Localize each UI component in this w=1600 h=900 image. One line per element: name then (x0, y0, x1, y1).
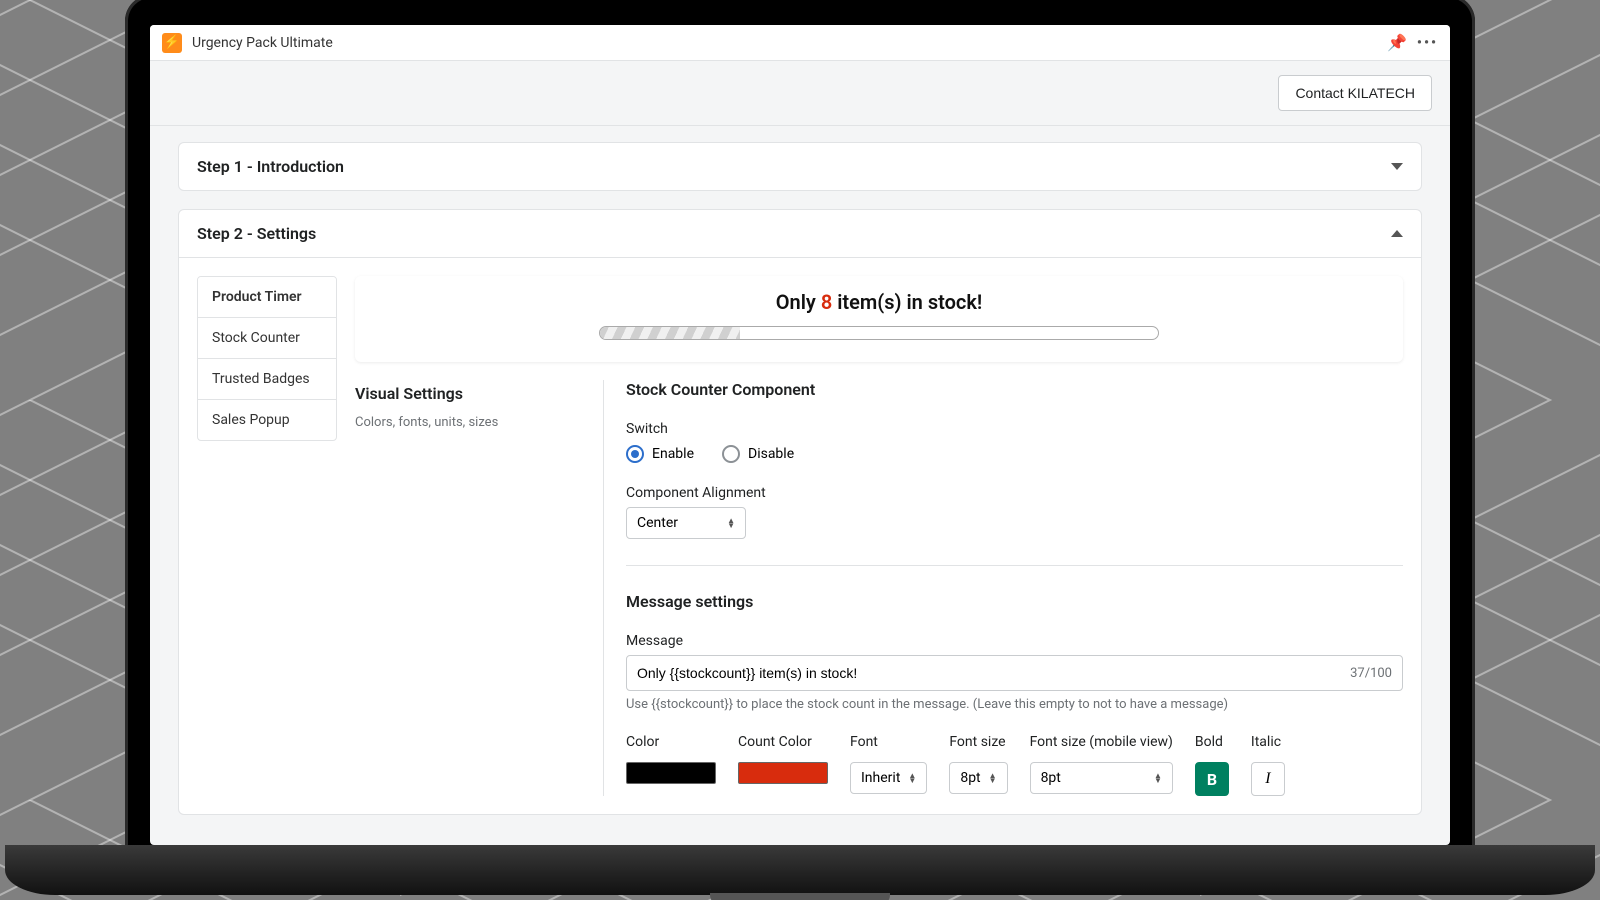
preview-card: Only 8 item(s) in stock! (355, 276, 1403, 362)
topbar: ⚡ Urgency Pack Ultimate 📌 ••• (150, 25, 1450, 61)
step1-title: Step 1 - Introduction (197, 157, 344, 176)
font-size-select[interactable]: 8pt ▲▼ (949, 762, 1007, 794)
preview-count: 8 (821, 290, 832, 314)
pin-icon[interactable]: 📌 (1387, 33, 1407, 52)
count-color-swatch[interactable] (738, 762, 828, 784)
message-input-wrap: 37/100 (626, 655, 1403, 691)
stock-progress (599, 326, 1159, 340)
radio-dot-icon (626, 445, 644, 463)
bold-label: Bold (1195, 734, 1229, 750)
select-updown-icon: ▲▼ (1154, 773, 1162, 783)
message-label: Message (626, 633, 1403, 649)
radio-disable[interactable]: Disable (722, 445, 794, 463)
step2-title: Step 2 - Settings (197, 224, 316, 243)
bold-toggle[interactable]: B (1195, 762, 1229, 796)
app-logo: ⚡ (162, 33, 182, 53)
message-input[interactable] (637, 656, 1350, 690)
alignment-label: Component Alignment (626, 485, 1403, 501)
message-hint: Use {{stockcount}} to place the stock co… (626, 697, 1403, 712)
italic-label: Italic (1251, 734, 1285, 750)
color-swatch[interactable] (626, 762, 716, 784)
sidetab-stock-counter[interactable]: Stock Counter (198, 318, 336, 359)
main-content: Step 1 - Introduction Step 2 - Settings … (150, 126, 1450, 845)
step2-header[interactable]: Step 2 - Settings (179, 210, 1421, 257)
font-size-mobile-label: Font size (mobile view) (1030, 734, 1173, 750)
message-settings-title: Message settings (626, 592, 1403, 611)
contact-button[interactable]: Contact KILATECH (1278, 75, 1432, 111)
visual-settings-summary: Visual Settings Colors, fonts, units, si… (355, 380, 575, 796)
font-select[interactable]: Inherit ▲▼ (850, 762, 927, 794)
sidetab-trusted-badges[interactable]: Trusted Badges (198, 359, 336, 400)
alignment-select[interactable]: Center ▲▼ (626, 507, 746, 539)
font-label: Font (850, 734, 927, 750)
font-size-label: Font size (949, 734, 1007, 750)
color-label: Color (626, 734, 716, 750)
char-count: 37/100 (1350, 666, 1392, 681)
visual-settings-subtitle: Colors, fonts, units, sizes (355, 415, 575, 430)
divider (626, 565, 1403, 566)
side-tabs: Product Timer Stock Counter Trusted Badg… (197, 276, 337, 441)
switch-label: Switch (626, 421, 1403, 437)
app-title: Urgency Pack Ultimate (192, 35, 333, 51)
select-updown-icon: ▲▼ (989, 773, 997, 783)
stock-component-title: Stock Counter Component (626, 380, 1403, 399)
header-row: Contact KILATECH (150, 61, 1450, 126)
visual-settings-title: Visual Settings (355, 384, 575, 403)
sidetab-product-timer[interactable]: Product Timer (198, 277, 336, 318)
laptop-frame: ⚡ Urgency Pack Ultimate 📌 ••• Contact KI… (125, 0, 1475, 855)
step1-accordion[interactable]: Step 1 - Introduction (178, 142, 1422, 191)
radio-enable[interactable]: Enable (626, 445, 694, 463)
preview-message: Only 8 item(s) in stock! (373, 290, 1385, 314)
laptop-base (5, 845, 1595, 895)
select-updown-icon: ▲▼ (727, 518, 735, 528)
chevron-up-icon (1391, 230, 1403, 237)
laptop-notch (710, 893, 890, 900)
more-icon[interactable]: ••• (1417, 35, 1438, 51)
stock-progress-fill (600, 327, 740, 339)
italic-toggle[interactable]: I (1251, 762, 1285, 796)
bolt-icon: ⚡ (164, 35, 180, 50)
radio-dot-icon (722, 445, 740, 463)
select-updown-icon: ▲▼ (908, 773, 916, 783)
step2-accordion: Step 2 - Settings Product Timer Stock Co… (178, 209, 1422, 815)
sidetab-sales-popup[interactable]: Sales Popup (198, 400, 336, 440)
app-screen: ⚡ Urgency Pack Ultimate 📌 ••• Contact KI… (150, 25, 1450, 845)
count-color-label: Count Color (738, 734, 828, 750)
font-size-mobile-select[interactable]: 8pt ▲▼ (1030, 762, 1173, 794)
chevron-down-icon (1391, 163, 1403, 170)
